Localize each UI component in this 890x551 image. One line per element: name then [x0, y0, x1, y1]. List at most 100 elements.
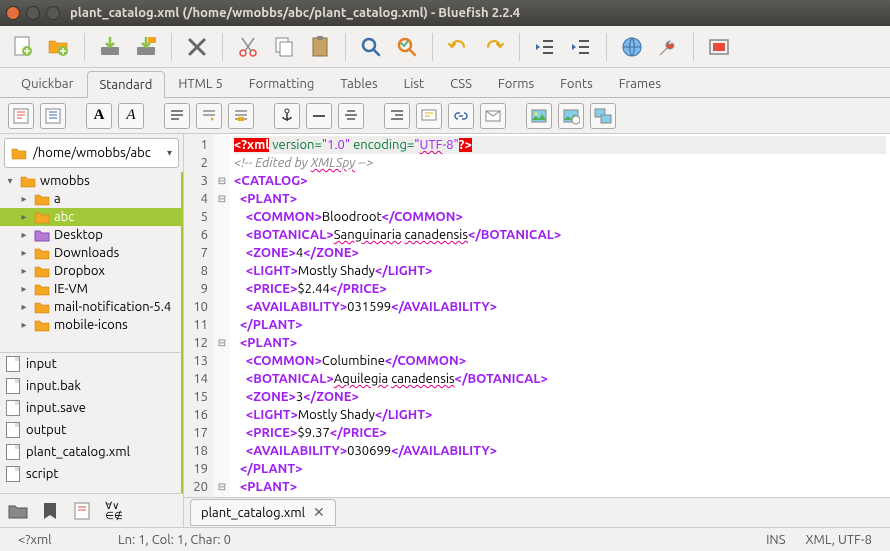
snippets-button[interactable] — [70, 499, 94, 523]
expand-icon[interactable]: ▸ — [18, 229, 30, 241]
tree-item[interactable]: ▸abc — [0, 208, 181, 226]
file-icon — [6, 422, 20, 438]
expand-icon[interactable]: ▸ — [18, 211, 30, 223]
path-selector[interactable]: /home/wmobbs/abc ▾ — [4, 138, 179, 168]
save-button[interactable] — [95, 32, 125, 62]
image-button[interactable] — [526, 103, 552, 129]
tree-item[interactable]: ▸Dropbox — [0, 262, 181, 280]
para-button[interactable] — [164, 103, 190, 129]
expand-icon[interactable]: ▸ — [18, 247, 30, 259]
fold-column[interactable]: ⊟⊟⊟⊟ — [214, 134, 230, 497]
find-replace-button[interactable] — [392, 32, 422, 62]
cut-button[interactable] — [233, 32, 263, 62]
toolbar-tab-css[interactable]: CSS — [437, 70, 485, 97]
document-tab[interactable]: plant_catalog.xml ✕ — [190, 499, 336, 526]
tree-item-label: IE-VM — [54, 282, 88, 296]
hrule-button[interactable] — [306, 103, 332, 129]
fold-toggle — [214, 298, 230, 316]
unindent-button[interactable] — [530, 32, 560, 62]
new-file-button[interactable] — [8, 32, 38, 62]
file-item[interactable]: input.save — [0, 397, 181, 419]
bookmarks-button[interactable] — [38, 499, 62, 523]
tree-item[interactable]: ▸mail-notification-5.4 — [0, 298, 181, 316]
tree-item[interactable]: ▾wmobbs — [0, 172, 181, 190]
code-view[interactable]: 12345678910111213141516171819202122 ⊟⊟⊟⊟… — [184, 134, 890, 497]
file-item[interactable]: input — [0, 353, 181, 375]
toolbar-tab-tables[interactable]: Tables — [327, 70, 390, 97]
indent-button[interactable] — [566, 32, 596, 62]
editor: 12345678910111213141516171819202122 ⊟⊟⊟⊟… — [184, 134, 890, 527]
toolbar-tab-frames[interactable]: Frames — [606, 70, 674, 97]
sidebar: /home/wmobbs/abc ▾ ▾wmobbs▸a▸abc▸Desktop… — [0, 134, 184, 527]
expand-icon[interactable]: ▸ — [18, 301, 30, 313]
quickstart-button[interactable] — [8, 103, 34, 129]
em-button[interactable]: A — [118, 103, 144, 129]
expand-icon[interactable]: ▸ — [18, 319, 30, 331]
status-encoding[interactable]: XML, UTF-8 — [796, 533, 882, 547]
code-content[interactable]: <?xml version="1.0" encoding="UTF-8"?><!… — [230, 134, 890, 497]
center-button[interactable] — [338, 103, 364, 129]
open-file-button[interactable] — [44, 32, 74, 62]
tree-item[interactable]: ▸ Desktop — [0, 226, 181, 244]
file-list[interactable]: inputinput.bakinput.saveoutput plant_cata… — [0, 352, 183, 493]
undo-button[interactable] — [443, 32, 473, 62]
toolbar-tab-standard[interactable]: Standard — [87, 71, 166, 98]
window-close-button[interactable] — [6, 6, 20, 20]
tree-item[interactable]: ▸Downloads — [0, 244, 181, 262]
close-button[interactable] — [182, 32, 212, 62]
fold-toggle — [214, 424, 230, 442]
fold-toggle[interactable]: ⊟ — [214, 190, 230, 208]
tree-item[interactable]: ▸a — [0, 190, 181, 208]
align-right-button[interactable] — [384, 103, 410, 129]
fold-toggle[interactable]: ⊟ — [214, 172, 230, 190]
thumbnail-button[interactable] — [558, 103, 584, 129]
fold-toggle[interactable]: ⊟ — [214, 334, 230, 352]
toolbar-tab-list[interactable]: List — [391, 70, 438, 97]
copy-button[interactable] — [269, 32, 299, 62]
tree-item[interactable]: ▸ IE-VM — [0, 280, 181, 298]
expand-icon[interactable]: ▸ — [18, 283, 30, 295]
multi-thumb-button[interactable] — [590, 103, 616, 129]
file-item[interactable]: output — [0, 419, 181, 441]
file-item-label: plant_catalog.xml — [26, 445, 130, 459]
file-item[interactable]: input.bak — [0, 375, 181, 397]
body-button[interactable] — [40, 103, 66, 129]
window-maximize-button[interactable] — [46, 6, 60, 20]
expand-icon[interactable]: ▾ — [4, 175, 16, 187]
fullscreen-button[interactable] — [704, 32, 734, 62]
expand-icon[interactable]: ▸ — [18, 193, 30, 205]
tree-item[interactable]: ▸mobile-icons — [0, 316, 181, 334]
tree-item-label: Desktop — [54, 228, 103, 242]
fold-toggle — [214, 154, 230, 172]
find-button[interactable] — [356, 32, 386, 62]
toolbar-tab-formatting[interactable]: Formatting — [236, 70, 328, 97]
paste-button[interactable] — [305, 32, 335, 62]
file-item[interactable]: script — [0, 463, 181, 485]
toolbar-tab-fonts[interactable]: Fonts — [547, 70, 606, 97]
close-tab-icon[interactable]: ✕ — [313, 504, 325, 521]
toolbar-tab-quickbar[interactable]: Quickbar — [8, 70, 87, 97]
tools-button[interactable] — [653, 32, 683, 62]
save-as-button[interactable] — [131, 32, 161, 62]
fold-toggle[interactable]: ⊟ — [214, 478, 230, 496]
window-minimize-button[interactable] — [26, 6, 40, 20]
folder-tree[interactable]: ▾wmobbs▸a▸abc▸Desktop▸Downloads▸Dropbox▸… — [0, 172, 183, 352]
file-item[interactable]: plant_catalog.xml — [0, 441, 181, 463]
toolbar-tab-forms[interactable]: Forms — [485, 70, 547, 97]
charset-button[interactable]: ∀∨∈∉ — [102, 499, 126, 523]
comment-button[interactable] — [416, 103, 442, 129]
expand-icon[interactable]: ▸ — [18, 265, 30, 277]
nbsp-button[interactable] — [228, 103, 254, 129]
redo-button[interactable] — [479, 32, 509, 62]
toolbar-tab-html-5[interactable]: HTML 5 — [165, 70, 236, 97]
preview-button[interactable] — [617, 32, 647, 62]
status-insert-mode[interactable]: INS — [756, 533, 795, 547]
main-toolbar — [0, 26, 890, 68]
link-button[interactable] — [448, 103, 474, 129]
fold-toggle — [214, 208, 230, 226]
anchor-button[interactable] — [274, 103, 300, 129]
break-button[interactable] — [196, 103, 222, 129]
open-folder-button[interactable] — [6, 499, 30, 523]
email-button[interactable] — [480, 103, 506, 129]
strong-button[interactable]: A — [86, 103, 112, 129]
